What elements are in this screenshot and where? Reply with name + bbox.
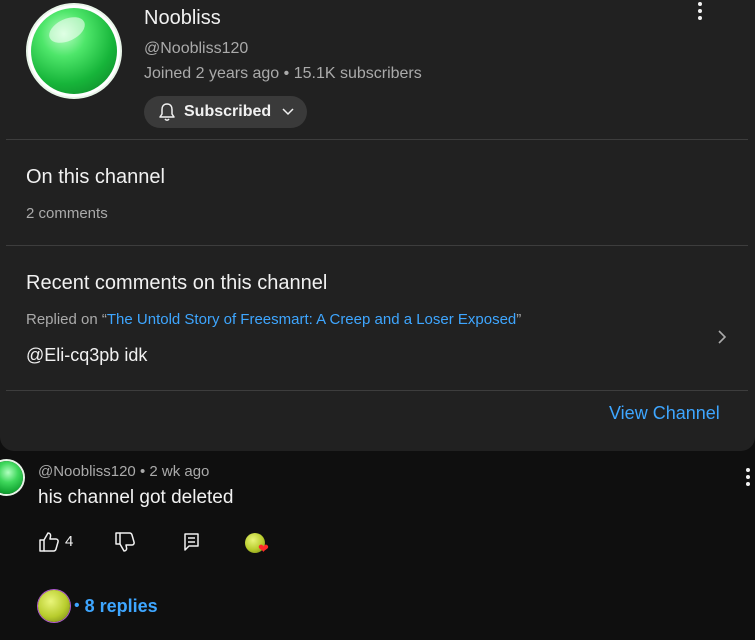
replied-prefix: Replied on “ — [26, 311, 107, 328]
replies-bullet: • — [74, 597, 80, 614]
chevron-right-icon[interactable] — [716, 329, 728, 345]
comment-reply-icon[interactable] — [183, 532, 201, 552]
comment-avatar[interactable] — [0, 461, 23, 494]
comment-count: 2 comments — [26, 205, 108, 222]
channel-name[interactable]: Noobliss — [144, 7, 221, 30]
heart-icon: ❤ — [258, 541, 269, 556]
replied-on-line: Replied on “The Untold Story of Freesmar… — [26, 311, 521, 328]
channel-avatar[interactable] — [26, 3, 122, 99]
view-replies-button[interactable]: • 8 replies — [38, 590, 158, 622]
bell-icon — [159, 103, 175, 121]
thumb-up-icon[interactable] — [38, 531, 60, 553]
comment-meta[interactable]: @Noobliss120 • 2 wk ago — [38, 463, 209, 480]
channel-handle: @Noobliss120 — [144, 40, 249, 57]
recent-reply-text[interactable]: @Eli-cq3pb idk — [26, 345, 147, 366]
on-channel-heading: On this channel — [26, 166, 165, 188]
divider — [6, 245, 748, 246]
view-channel-button[interactable]: View Channel — [609, 403, 720, 424]
comment-text: his channel got deleted — [38, 487, 234, 508]
comment-more-icon[interactable] — [741, 466, 755, 490]
video-title-link[interactable]: The Untold Story of Freesmart: A Creep a… — [107, 311, 516, 328]
channel-popup-card: Noobliss @Noobliss120 Joined 2 years ago… — [0, 0, 755, 451]
channel-meta: Joined 2 years ago • 15.1K subscribers — [144, 65, 422, 82]
subscribed-button[interactable]: Subscribed — [144, 96, 307, 128]
subscribed-label: Subscribed — [184, 103, 272, 120]
replies-count[interactable]: 8 replies — [85, 596, 158, 617]
recent-comments-heading: Recent comments on this channel — [26, 272, 328, 294]
like-count: 4 — [65, 533, 74, 550]
divider — [6, 390, 748, 391]
more-vert-icon[interactable] — [690, 0, 710, 24]
divider — [6, 139, 748, 140]
chevron-down-icon — [282, 108, 294, 116]
replied-suffix: ” — [516, 311, 522, 328]
thumb-down-icon[interactable] — [114, 531, 136, 553]
reply-avatar — [38, 590, 70, 622]
